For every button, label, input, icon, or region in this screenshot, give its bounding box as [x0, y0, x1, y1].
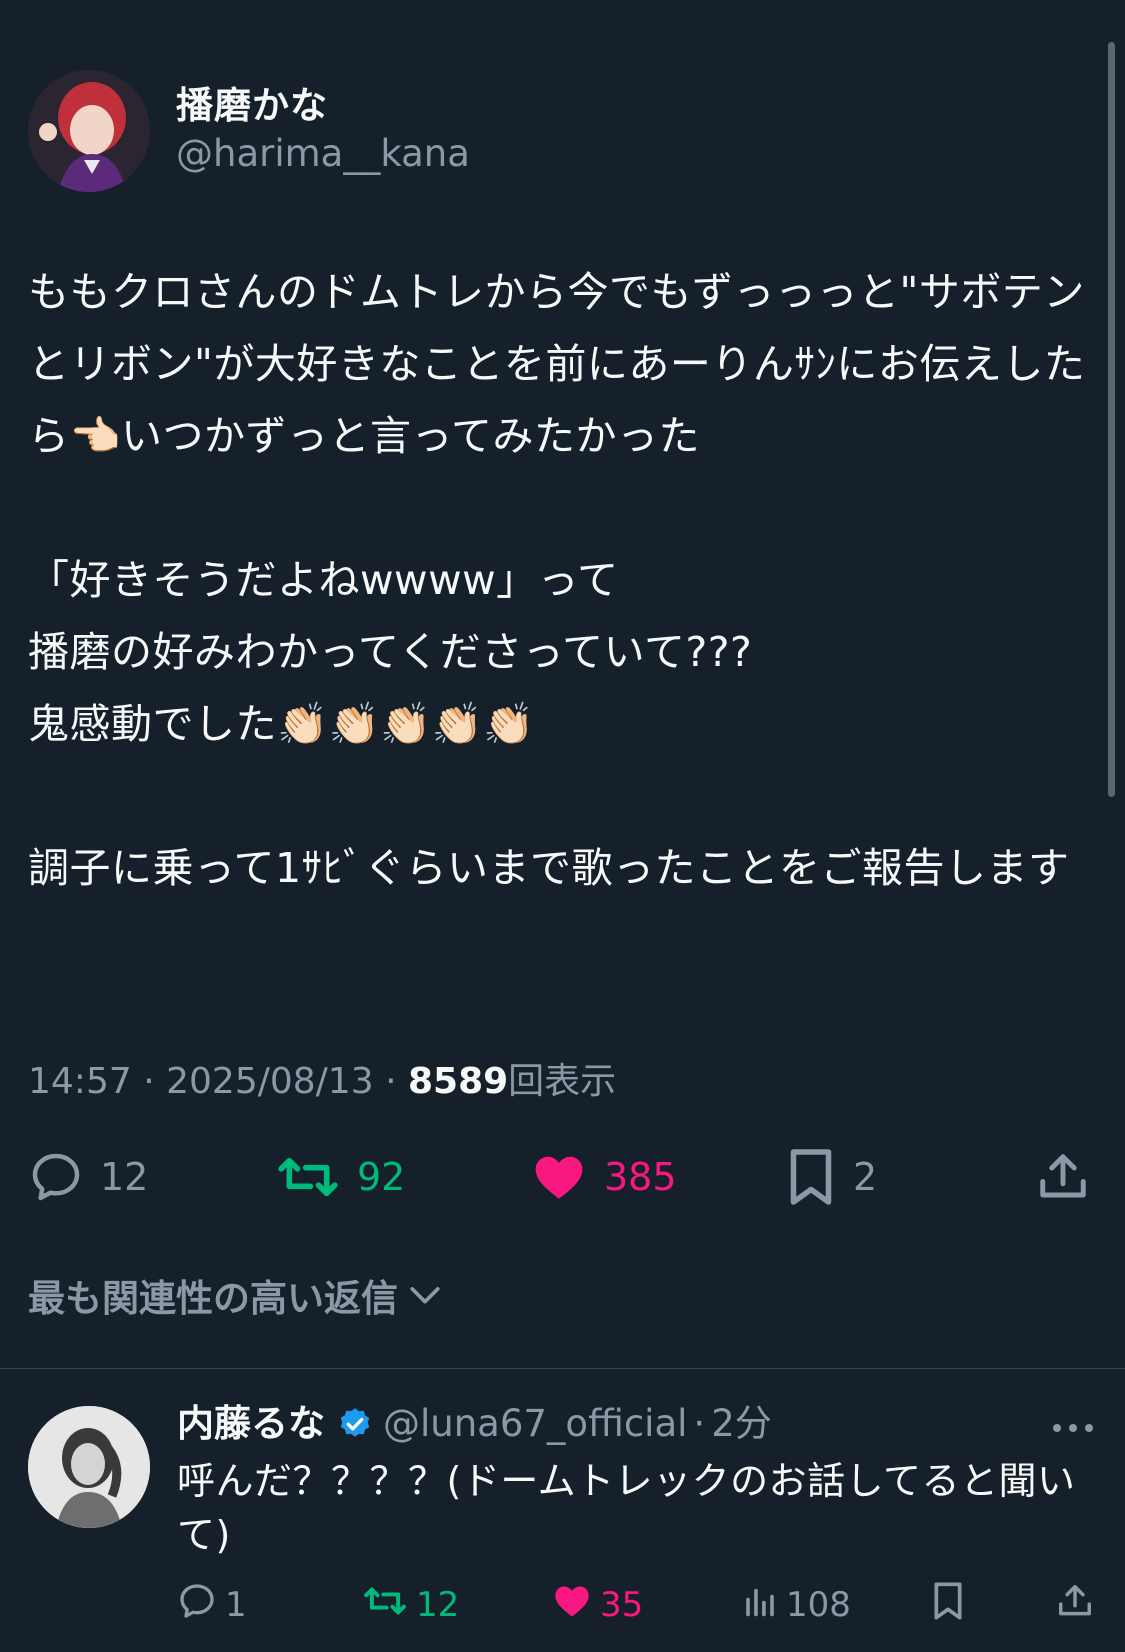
- tweet-date[interactable]: 2025/08/13: [166, 1061, 374, 1102]
- like-icon: [530, 1149, 588, 1205]
- reply-avatar[interactable]: [28, 1406, 150, 1528]
- reply-username-handle[interactable]: @luna67_official: [383, 1400, 687, 1448]
- retweet-button[interactable]: 92: [275, 1145, 405, 1209]
- meta-separator: ·: [385, 1061, 397, 1102]
- reply-sort-selector[interactable]: 最も関連性の高い返信: [28, 1268, 442, 1322]
- avatar[interactable]: [28, 70, 150, 192]
- reply-views-button[interactable]: 108: [742, 1580, 851, 1630]
- tweet-text: ももクロさんのドムトレから今でもずっっっと"サボテンとリボン"が大好きなことを前…: [28, 268, 1086, 892]
- reply-retweet-button[interactable]: 12: [362, 1580, 459, 1630]
- like-icon: [552, 1581, 592, 1630]
- reply-retweet-count: 12: [416, 1585, 460, 1625]
- scrollbar[interactable]: [1108, 42, 1115, 797]
- meta-separator: ·: [693, 1402, 706, 1445]
- display-name[interactable]: 播磨かな: [176, 83, 470, 129]
- tweet-time[interactable]: 14:57: [28, 1061, 132, 1102]
- reply-reply-button[interactable]: 1: [177, 1580, 247, 1630]
- view-count: 8589: [407, 1061, 509, 1102]
- view-count-label: 回表示: [508, 1061, 617, 1102]
- reply-button[interactable]: 12: [28, 1145, 148, 1209]
- bookmark-count: 2: [853, 1155, 878, 1199]
- verified-icon: [337, 1406, 373, 1442]
- reply-icon: [177, 1581, 217, 1630]
- chevron-down-icon: [408, 1274, 442, 1317]
- reply-action-bar: 1 12 35 108: [0, 1580, 1125, 1630]
- tweet-author: 播磨かな @harima__kana: [28, 70, 470, 192]
- like-count: 385: [604, 1155, 677, 1199]
- more-options-button[interactable]: [1051, 1420, 1095, 1440]
- username-handle[interactable]: @harima__kana: [176, 129, 470, 179]
- reply-display-name[interactable]: 内藤るな: [177, 1400, 325, 1448]
- bookmark-icon: [785, 1147, 837, 1207]
- retweet-count: 92: [357, 1155, 406, 1199]
- reply-count: 12: [100, 1155, 149, 1199]
- reply-header: 内藤るな @luna67_official · 2分: [177, 1400, 772, 1448]
- sort-label: 最も関連性の高い返信: [28, 1277, 398, 1320]
- tweet-metadata: 14:57 · 2025/08/13 · 8589回表示: [28, 1052, 616, 1104]
- reply-icon: [28, 1149, 84, 1205]
- reply-reply-count: 1: [225, 1585, 247, 1625]
- retweet-icon: [275, 1149, 341, 1205]
- bookmark-icon: [930, 1581, 966, 1630]
- more-icon: [1051, 1421, 1095, 1440]
- reply-time[interactable]: 2分: [711, 1400, 772, 1448]
- meta-separator: ·: [143, 1061, 155, 1102]
- share-button[interactable]: [1036, 1145, 1090, 1209]
- reply-like-button[interactable]: 35: [552, 1580, 643, 1630]
- divider: [0, 1368, 1125, 1369]
- share-icon: [1056, 1581, 1094, 1630]
- reply-like-count: 35: [600, 1585, 644, 1625]
- like-button[interactable]: 385: [530, 1145, 677, 1209]
- tweet-action-bar: 12 92 385 2: [0, 1145, 1125, 1209]
- retweet-icon: [362, 1581, 408, 1630]
- reply-view-count: 108: [786, 1585, 851, 1625]
- reply-share-button[interactable]: [1056, 1580, 1094, 1630]
- reply-text: 呼んだ？？？？(ドームトレックのお話してると聞いて): [177, 1459, 1076, 1557]
- share-icon: [1036, 1149, 1090, 1205]
- views-icon: [742, 1583, 778, 1628]
- reply-bookmark-button[interactable]: [930, 1580, 966, 1630]
- bookmark-button[interactable]: 2: [785, 1145, 877, 1209]
